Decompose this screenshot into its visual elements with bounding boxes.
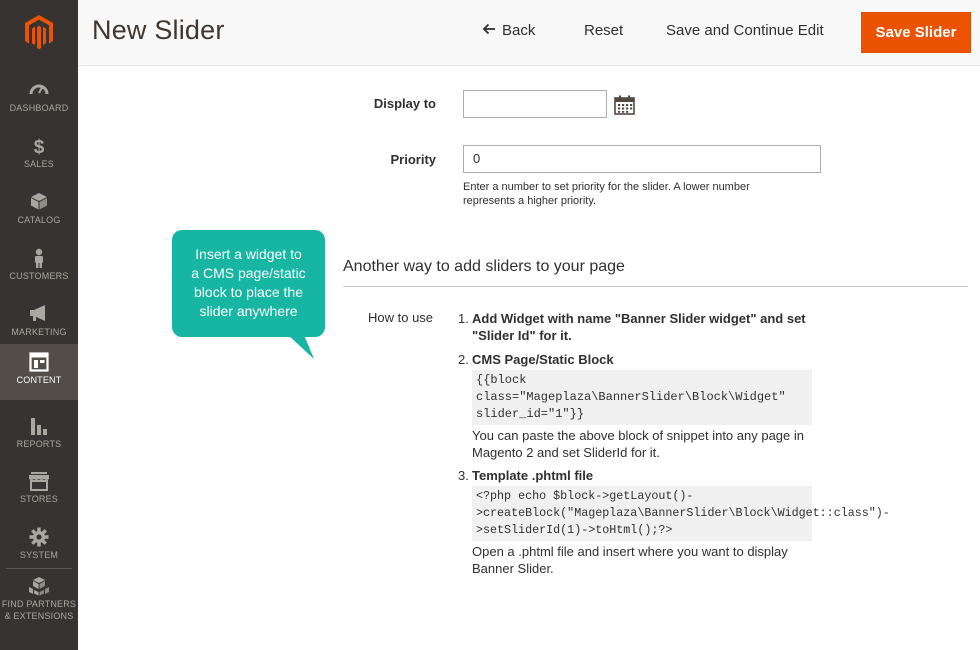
desc-line: Banner Slider. — [472, 561, 554, 576]
svg-text:$: $ — [34, 137, 45, 156]
gear-icon — [0, 527, 78, 549]
section-title: Another way to add sliders to your page — [343, 258, 625, 275]
nav-label: FIND PARTNERS — [1, 599, 77, 609]
desc-line: Magento 2 and set SliderId for it. — [472, 445, 660, 460]
save-slider-button[interactable]: Save Slider — [861, 12, 971, 53]
code-snippet: {{block class="Mageplaza\BannerSlider\Bl… — [472, 370, 812, 425]
code-snippet: <?php echo $block->getLayout()- >createB… — [472, 486, 890, 541]
step-description: You can paste the above block of snippet… — [472, 427, 818, 461]
step-title: "Slider Id" for it. — [472, 328, 572, 343]
layout-icon — [0, 352, 78, 374]
nav-divider — [6, 568, 72, 569]
code-line: {{block — [476, 373, 527, 387]
bar-chart-icon — [0, 416, 78, 438]
nav-find-partners[interactable]: FIND PARTNERS & EXTENSIONS — [0, 570, 78, 630]
nav-label: SYSTEM — [19, 550, 59, 560]
code-line: >setSliderId(1)->toHtml();?> — [476, 523, 673, 537]
callout-line: a CMS page/static — [191, 265, 306, 281]
step-1: 1. Add Widget with name "Banner Slider w… — [458, 310, 818, 344]
step-number: 1. — [458, 311, 469, 326]
desc-line: Open a .phtml file and insert where you … — [472, 544, 788, 559]
nav-sales[interactable]: $ SALES — [0, 128, 78, 184]
admin-sidebar: DASHBOARD $ SALES CATALOG CUSTOMERS MARK… — [0, 0, 78, 650]
nav-reports[interactable]: REPORTS — [0, 408, 78, 464]
step-title: CMS Page/Static Block — [472, 352, 614, 367]
nav-label: CATALOG — [17, 215, 61, 225]
nav-label: SALES — [23, 159, 55, 169]
save-and-continue-button[interactable]: Save and Continue Edit — [666, 22, 824, 39]
box-icon — [0, 192, 78, 214]
store-icon — [0, 471, 78, 493]
step-title: Add Widget with name "Banner Slider widg… — [472, 311, 806, 326]
priority-input[interactable]: 0 — [463, 145, 821, 173]
page-title: New Slider — [92, 15, 225, 45]
callout-line: Insert a widget to — [195, 246, 302, 262]
nav-content[interactable]: CONTENT — [0, 344, 78, 400]
code-line: >createBlock("Mageplaza\BannerSlider\Blo… — [476, 506, 890, 520]
nav-label: REPORTS — [16, 439, 62, 449]
nav-label: & EXTENSIONS — [4, 611, 74, 621]
calendar-icon[interactable] — [614, 95, 635, 120]
nav-label: CONTENT — [16, 375, 62, 385]
step-title: Template .phtml file — [472, 468, 594, 483]
callout-line: block to place the — [194, 284, 303, 300]
nav-stores[interactable]: STORES — [0, 463, 78, 519]
nav-customers[interactable]: CUSTOMERS — [0, 240, 78, 296]
code-line: slider_id="1"}} — [476, 407, 585, 421]
nav-label: STORES — [19, 494, 59, 504]
priority-note-line: Enter a number to set priority for the s… — [463, 181, 750, 193]
code-line: class="Mageplaza\BannerSlider\Block\Widg… — [476, 390, 786, 404]
step-3: 3. Template .phtml file <?php echo $bloc… — [458, 467, 890, 577]
nav-label: MARKETING — [11, 327, 67, 337]
page-header: New Slider Back Reset Save and Continue … — [78, 0, 980, 66]
cubes-icon — [0, 576, 78, 598]
person-icon — [0, 248, 78, 270]
section-divider — [343, 286, 968, 287]
code-line: <?php echo $block->getLayout()- — [476, 489, 694, 503]
how-to-use-steps: 1. Add Widget with name "Banner Slider w… — [458, 310, 890, 577]
nav-dashboard[interactable]: DASHBOARD — [0, 72, 78, 128]
step-number: 2. — [458, 352, 469, 367]
priority-note-line: represents a higher priority. — [463, 195, 597, 207]
nav-label: CUSTOMERS — [9, 271, 69, 281]
dollar-icon: $ — [0, 136, 78, 158]
step-2: 2. CMS Page/Static Block {{block class="… — [458, 351, 818, 461]
arrow-left-icon — [482, 22, 496, 39]
reset-button[interactable]: Reset — [584, 22, 623, 39]
how-to-use-label: How to use — [368, 310, 434, 325]
back-button[interactable]: Back — [482, 22, 535, 39]
dashboard-icon — [0, 80, 78, 102]
display-to-label: Display to — [373, 96, 436, 111]
callout-line: slider anywhere — [199, 303, 298, 319]
display-to-input[interactable] — [463, 90, 607, 118]
step-number: 3. — [458, 468, 469, 483]
magento-logo-icon[interactable] — [0, 0, 78, 64]
callout-tail — [288, 335, 314, 359]
back-label: Back — [502, 22, 536, 39]
nav-catalog[interactable]: CATALOG — [0, 184, 78, 240]
megaphone-icon — [0, 304, 78, 326]
callout-bubble: Insert a widget to a CMS page/static blo… — [172, 230, 325, 337]
priority-note: Enter a number to set priority for the s… — [463, 180, 823, 208]
step-description: Open a .phtml file and insert where you … — [472, 543, 818, 577]
nav-label: DASHBOARD — [9, 103, 69, 113]
nav-system[interactable]: SYSTEM — [0, 519, 78, 575]
desc-line: You can paste the above block of snippet… — [472, 428, 804, 443]
priority-label: Priority — [390, 152, 436, 167]
